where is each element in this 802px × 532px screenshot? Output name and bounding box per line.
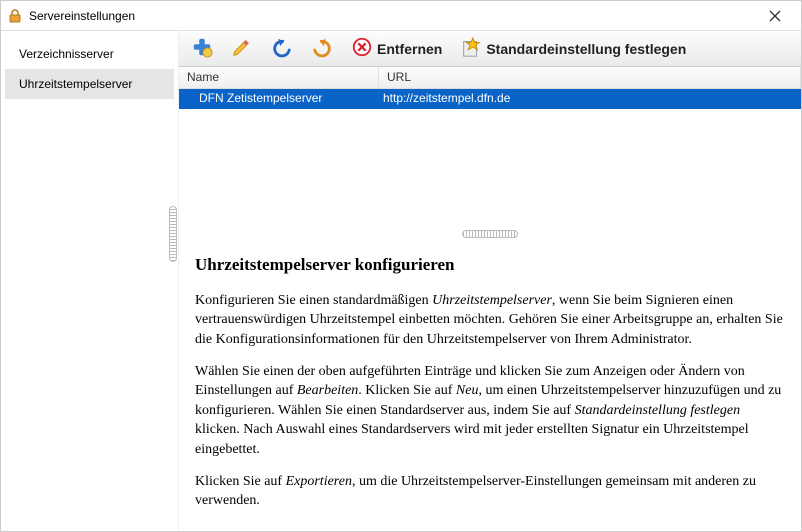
cell-url: http://zeitstempel.dfn.de [379,89,801,109]
sidebar-item-directory-server[interactable]: Verzeichnisserver [5,39,174,69]
sidebar-item-label: Uhrzeitstempelserver [19,77,132,91]
remove-label: Entfernen [377,41,442,57]
splitter[interactable] [179,227,801,241]
close-button[interactable] [755,2,795,30]
add-button[interactable] [185,35,219,63]
splitter-handle-vertical[interactable] [169,206,177,262]
help-pane: Uhrzeitstempelserver konfigurieren Konfi… [179,241,801,531]
remove-button[interactable]: Entfernen [345,35,448,63]
main: Verzeichnisserver Uhrzeitstempelserver [1,31,801,531]
cell-name: DFN Zetistempelserver [179,89,379,109]
column-name[interactable]: Name [179,67,379,88]
add-icon [191,36,213,61]
redo-button[interactable] [305,35,339,63]
sidebar-item-label: Verzeichnisserver [19,47,114,61]
star-icon [460,36,482,61]
help-paragraph-3: Klicken Sie auf Exportieren, um die Uhrz… [195,472,785,511]
set-default-button[interactable]: Standardeinstellung festlegen [454,35,692,63]
splitter-handle-horizontal[interactable] [462,230,518,238]
edit-button[interactable] [225,35,259,63]
column-url[interactable]: URL [379,67,801,88]
server-table: Name URL DFN Zetistempelserver http://ze… [179,67,801,227]
help-paragraph-1: Konfigurieren Sie einen standardmäßigen … [195,291,785,350]
undo-icon [271,36,293,61]
edit-icon [231,36,253,61]
redo-icon [311,36,333,61]
set-default-label: Standardeinstellung festlegen [486,41,686,57]
titlebar: Servereinstellungen [1,1,801,31]
table-row[interactable]: DFN Zetistempelserver http://zeitstempel… [179,89,801,109]
help-heading: Uhrzeitstempelserver konfigurieren [195,253,785,277]
toolbar: Entfernen Standardeinstellung festlegen [179,31,801,67]
sidebar: Verzeichnisserver Uhrzeitstempelserver [1,31,179,531]
help-paragraph-2: Wählen Sie einen der oben aufgeführten E… [195,362,785,460]
remove-icon [351,36,373,61]
content: Entfernen Standardeinstellung festlegen … [179,31,801,531]
sidebar-item-timestamp-server[interactable]: Uhrzeitstempelserver [5,69,174,99]
undo-button[interactable] [265,35,299,63]
window-title: Servereinstellungen [29,9,135,23]
lock-icon [7,8,23,24]
table-header: Name URL [179,67,801,89]
